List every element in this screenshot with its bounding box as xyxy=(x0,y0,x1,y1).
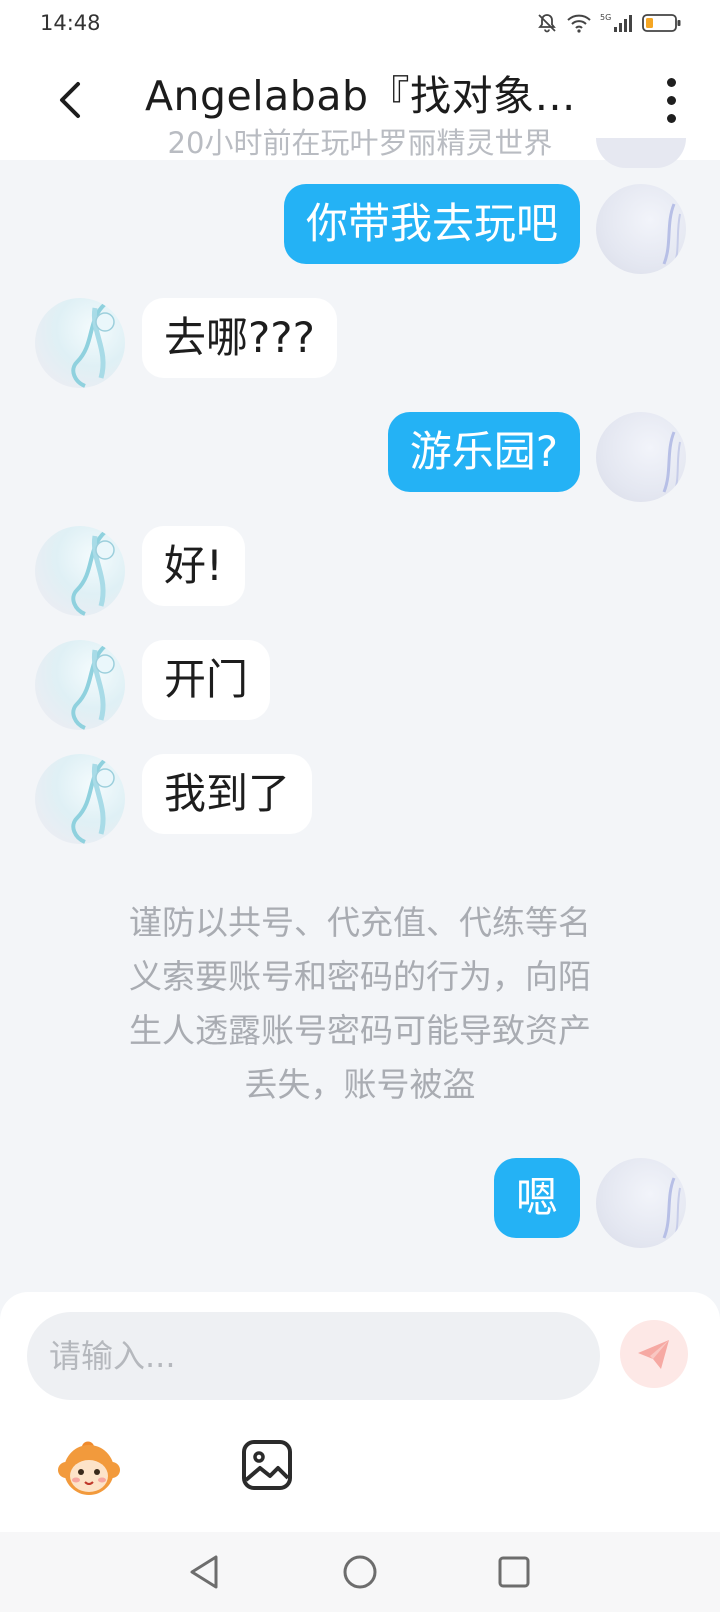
message-input[interactable] xyxy=(27,1312,600,1400)
recents-square-icon xyxy=(498,1556,530,1588)
emoji-monkey-icon xyxy=(58,1441,120,1495)
my-avatar[interactable] xyxy=(596,184,686,274)
status-icons: 5G xyxy=(536,12,682,34)
contact-avatar[interactable] xyxy=(35,526,125,616)
bell-muted-icon xyxy=(536,12,558,34)
warning-line: 谨防以共号、代充值、代练等名 xyxy=(129,903,591,942)
signal-5g-icon: 5G xyxy=(600,12,634,34)
message-bubble-received[interactable]: 去哪??? xyxy=(142,298,337,378)
more-vertical-icon xyxy=(656,78,686,123)
nav-back-button[interactable] xyxy=(186,1552,226,1592)
warning-line: 生人透露账号密码可能导致资产 xyxy=(129,1011,591,1050)
message-bubble-sent[interactable]: 游乐园? xyxy=(387,412,580,492)
nav-recents-button[interactable] xyxy=(494,1552,534,1592)
system-nav-bar xyxy=(0,1532,720,1612)
chevron-left-icon xyxy=(60,82,80,118)
nav-home-button[interactable] xyxy=(340,1552,380,1592)
send-plane-icon xyxy=(638,1340,669,1369)
battery-low-icon xyxy=(642,12,682,34)
status-time: 14:48 xyxy=(40,11,101,35)
chat-title[interactable]: Angelabab『找对象… xyxy=(145,62,615,122)
message-bubble-received[interactable]: 开门 xyxy=(142,640,271,720)
security-warning: 谨防以共号、代充值、代练等名 义索要账号和密码的行为，向陌 生人透露账号密码可能… xyxy=(80,896,640,1112)
chat-screen: 14:48 5G Angelabab『找对象… 20小时前在玩叶罗丽精灵世界 你… xyxy=(0,0,720,1612)
svg-text:5G: 5G xyxy=(600,13,611,22)
contact-avatar[interactable] xyxy=(35,640,125,730)
emoji-button[interactable] xyxy=(56,1438,122,1500)
composer xyxy=(0,1292,720,1532)
back-button[interactable] xyxy=(50,78,90,122)
more-options-button[interactable] xyxy=(656,78,686,134)
back-triangle-icon xyxy=(190,1555,218,1589)
status-bar: 14:48 5G xyxy=(0,0,720,48)
image-button[interactable] xyxy=(240,1438,294,1492)
wifi-icon xyxy=(566,12,592,34)
contact-avatar[interactable] xyxy=(35,754,125,844)
my-avatar[interactable] xyxy=(596,1158,686,1248)
message-bubble-sent[interactable]: 你带我去玩吧 xyxy=(283,184,580,264)
warning-line: 丢失，账号被盗 xyxy=(244,1065,476,1104)
warning-line: 义索要账号和密码的行为，向陌 xyxy=(129,957,591,996)
partial-avatar xyxy=(596,138,686,168)
message-bubble-sent[interactable]: 嗯 xyxy=(493,1158,580,1238)
message-bubble-received[interactable]: 好! xyxy=(142,526,245,606)
send-button[interactable] xyxy=(620,1320,688,1388)
my-avatar[interactable] xyxy=(596,412,686,502)
message-bubble-received[interactable]: 我到了 xyxy=(142,754,313,834)
contact-avatar[interactable] xyxy=(35,298,125,388)
image-icon xyxy=(242,1440,292,1490)
home-circle-icon xyxy=(343,1555,377,1589)
message-list[interactable]: 你带我去玩吧 去哪??? 游乐园? 好! 开门 我到了 谨防以共号、代充值、代练… xyxy=(0,138,720,1292)
